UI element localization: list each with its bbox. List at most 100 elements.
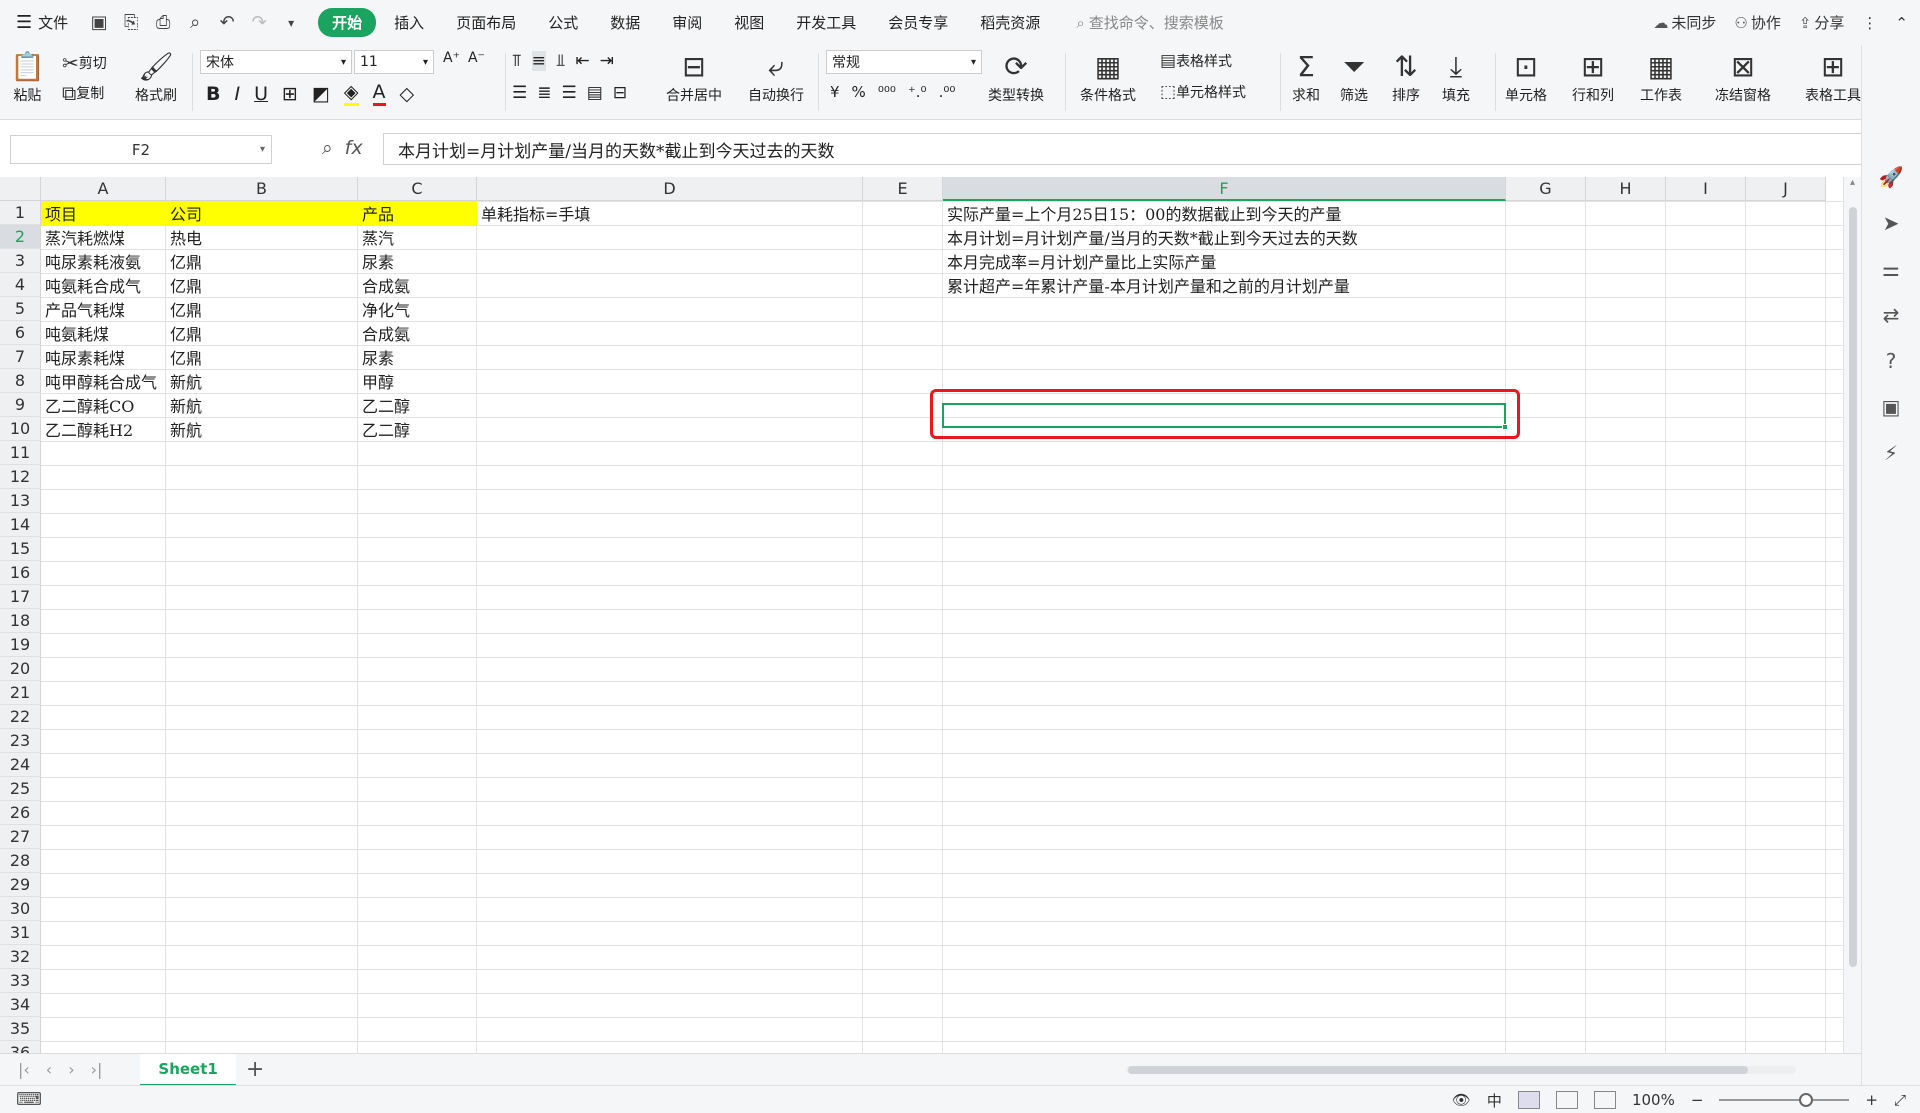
eye-protect-icon[interactable]: 👁 (1452, 1091, 1471, 1109)
increase-font-icon[interactable]: A⁺ (443, 50, 460, 66)
redo-icon[interactable]: ↷ (248, 12, 270, 33)
cell[interactable]: 实际产量=上个月25日15：00的数据截止到今天的产量 (943, 201, 1506, 225)
prev-sheet-icon[interactable]: ‹ (46, 1060, 52, 1079)
cell[interactable]: 净化气 (358, 297, 477, 321)
row-header[interactable]: 1 (0, 201, 41, 225)
row-header[interactable]: 24 (0, 753, 41, 777)
print-icon[interactable]: ⎙ (152, 12, 174, 33)
cell[interactable]: 亿鼎 (166, 321, 358, 345)
macro-record-icon[interactable]: ⌨ (0, 1089, 42, 1110)
input-method-icon[interactable]: 中 (1487, 1090, 1502, 1111)
export-pdf-icon[interactable]: ⎘ (120, 12, 142, 33)
conditional-format-button[interactable]: ▦ 条件格式 (1080, 49, 1136, 105)
align-left-icon[interactable]: ☰ (512, 83, 527, 103)
cell[interactable]: 甲醇 (358, 369, 477, 393)
thousands-icon[interactable]: ⁰⁰⁰ (878, 83, 896, 101)
transfer-icon[interactable]: ⇄ (1883, 303, 1900, 327)
zoom-in-icon[interactable]: + (1865, 1091, 1878, 1109)
row-header[interactable]: 21 (0, 681, 41, 705)
undo-icon[interactable]: ↶ (216, 12, 238, 33)
cell[interactable]: 吨尿素耗煤 (41, 345, 166, 369)
paste-button[interactable]: 📋 粘贴 (10, 49, 45, 105)
type-convert-button[interactable]: ⟳ 类型转换 (988, 49, 1044, 105)
cell[interactable]: 亿鼎 (166, 273, 358, 297)
name-box[interactable]: F2 ▾ (10, 135, 272, 164)
scroll-up-icon[interactable]: ▴ (1844, 177, 1861, 188)
row-col-button[interactable]: ⊞ 行和列 (1572, 49, 1614, 105)
row-header[interactable]: 8 (0, 369, 41, 393)
fill-color-icon[interactable]: ◩ (312, 83, 330, 105)
font-name-select[interactable]: 宋体 ▾ (200, 50, 352, 74)
row-header[interactable]: 26 (0, 801, 41, 825)
row-header[interactable]: 20 (0, 657, 41, 681)
column-header[interactable]: A (41, 177, 166, 201)
column-header[interactable]: B (166, 177, 358, 201)
row-header[interactable]: 11 (0, 441, 41, 465)
row-header[interactable]: 27 (0, 825, 41, 849)
cell[interactable]: 热电 (166, 225, 358, 249)
ribbon-tab[interactable]: 页面布局 (442, 8, 530, 37)
column-header[interactable]: G (1506, 177, 1586, 201)
cell[interactable]: 合成氨 (358, 273, 477, 297)
row-header[interactable]: 14 (0, 513, 41, 537)
row-header[interactable]: 16 (0, 561, 41, 585)
align-right-icon[interactable]: ☰ (562, 83, 577, 103)
cell[interactable]: 新航 (166, 417, 358, 441)
ribbon-tab[interactable]: 公式 (534, 8, 592, 37)
horizontal-scrollbar[interactable] (1108, 1063, 1818, 1077)
row-header[interactable]: 18 (0, 609, 41, 633)
row-header[interactable]: 23 (0, 729, 41, 753)
indent-increase-icon[interactable]: ⇥ (600, 51, 614, 71)
share-button[interactable]: ⇪ 分享 (1799, 12, 1845, 33)
row-header[interactable]: 22 (0, 705, 41, 729)
cell[interactable]: 合成氨 (358, 321, 477, 345)
row-header[interactable]: 19 (0, 633, 41, 657)
font-size-select[interactable]: 11 ▾ (354, 50, 434, 74)
freeze-panes-button[interactable]: ⊠ 冻结窗格 (1715, 49, 1771, 105)
cell[interactable]: 吨尿素耗液氨 (41, 249, 166, 273)
more-options-icon[interactable]: ⋮ (1862, 14, 1877, 32)
zoom-formula-icon[interactable]: ⌕ (322, 137, 333, 159)
collapse-ribbon-icon[interactable]: ⌃ (1895, 14, 1908, 32)
select-all-corner[interactable] (0, 177, 41, 201)
row-header[interactable]: 34 (0, 993, 41, 1017)
cell[interactable]: 新航 (166, 369, 358, 393)
row-header[interactable]: 36 (0, 1041, 41, 1053)
fx-icon[interactable]: fx (345, 137, 363, 159)
cell[interactable]: 单耗指标=手填 (477, 201, 863, 225)
image-check-icon[interactable]: ▣ (1882, 395, 1901, 419)
last-sheet-icon[interactable]: ›| (91, 1060, 103, 1079)
cell[interactable]: 乙二醇耗H2 (41, 417, 166, 441)
font-color-icon[interactable]: A (372, 81, 386, 106)
row-header[interactable]: 29 (0, 873, 41, 897)
cell[interactable]: 项目 (41, 201, 166, 225)
sliders-icon[interactable]: ⚌ (1882, 257, 1900, 281)
add-sheet-icon[interactable]: + (246, 1057, 264, 1082)
decrease-font-icon[interactable]: A⁻ (468, 50, 485, 66)
file-menu[interactable]: ☰ 文件 (0, 12, 78, 33)
row-header[interactable]: 28 (0, 849, 41, 873)
rocket-icon[interactable]: 🚀 (1879, 165, 1904, 189)
row-header[interactable]: 25 (0, 777, 41, 801)
ribbon-tab[interactable]: 会员专享 (874, 8, 962, 37)
highlight-icon[interactable]: ◈ (343, 81, 359, 106)
column-header[interactable]: H (1586, 177, 1666, 201)
cell-style-button[interactable]: ⬚ 单元格样式 (1160, 82, 1246, 102)
distributed-icon[interactable]: ⊟ (613, 83, 627, 103)
ribbon-tab[interactable]: 稻壳资源 (966, 8, 1054, 37)
fill-handle[interactable] (1502, 424, 1508, 430)
row-header[interactable]: 6 (0, 321, 41, 345)
percent-icon[interactable]: % (852, 83, 866, 101)
cut-button[interactable]: ✂ 剪切 (62, 51, 107, 75)
cell[interactable]: 新航 (166, 393, 358, 417)
cell[interactable]: 亿鼎 (166, 297, 358, 321)
align-center-icon[interactable]: ≣ (537, 83, 551, 103)
cell[interactable]: 亿鼎 (166, 249, 358, 273)
ribbon-tab[interactable]: 审阅 (658, 8, 716, 37)
number-format-select[interactable]: 常规 ▾ (826, 50, 982, 74)
underline-icon[interactable]: U (254, 83, 268, 105)
copy-button[interactable]: ⧉ 复制 (62, 81, 104, 105)
bold-icon[interactable]: B (206, 83, 220, 105)
help-icon[interactable]: ? (1886, 349, 1897, 373)
cell[interactable]: 乙二醇 (358, 393, 477, 417)
